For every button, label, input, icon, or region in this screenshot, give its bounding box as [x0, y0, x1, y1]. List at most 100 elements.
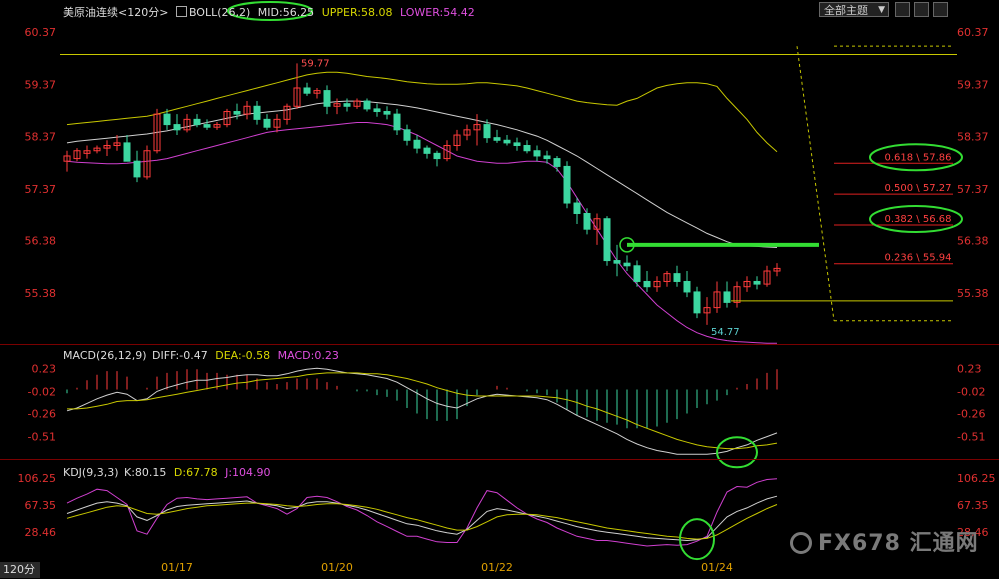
- fib-level-label: 0.382 \ 56.68: [885, 214, 952, 225]
- candle-body: [583, 212, 591, 230]
- candle: [353, 98, 361, 109]
- candle-body: [633, 265, 641, 282]
- fib-level-label: 0.500 \ 57.27: [885, 183, 952, 194]
- candle: [283, 103, 291, 125]
- candle: [463, 124, 471, 141]
- high-price-label: 59.77: [301, 58, 330, 69]
- window-restore-icon[interactable]: [895, 2, 910, 17]
- x-tick-label: 01/22: [481, 561, 513, 574]
- y-tick-right: 58.37: [957, 131, 989, 144]
- macd-tick-left: -0.51: [28, 431, 56, 444]
- candle: [253, 101, 261, 125]
- macd-tick-right: -0.51: [957, 431, 985, 444]
- chart-canvas: 59.77 54.77 0.618 \ 57.86 0.500 \ 57.27 0.3…: [18, 1, 996, 574]
- macd-label[interactable]: MACD(26,12,9): [63, 349, 147, 362]
- candle-body: [123, 142, 131, 162]
- macd-diff-line: [66, 367, 778, 455]
- candle-body: [323, 90, 331, 107]
- candle-body: [553, 158, 561, 167]
- candle: [723, 281, 731, 308]
- boll-bands: [66, 71, 778, 344]
- y-tick-right: 59.37: [957, 78, 989, 91]
- kdj-d-value: D:67.78: [173, 466, 218, 479]
- candle: [453, 129, 461, 151]
- main-header: 美原油连续<120分> BOLL(26,2) MID:56.25 UPPER:5…: [63, 4, 475, 20]
- candle: [393, 108, 401, 136]
- candle: [243, 101, 251, 120]
- candle-body: [573, 202, 581, 214]
- macd-dea-value: DEA:-0.58: [215, 349, 271, 362]
- candle: [93, 145, 101, 154]
- candle-body: [603, 218, 611, 262]
- candle: [143, 145, 151, 180]
- panel-separator: [0, 344, 999, 345]
- candle-body: [423, 147, 431, 154]
- kdj-tick-right: 106.25: [957, 472, 996, 485]
- theme-select[interactable]: 全部主题 ▼: [819, 2, 889, 17]
- candle-body: [263, 118, 271, 128]
- candle: [503, 135, 511, 146]
- candle: [293, 63, 301, 109]
- candle: [593, 213, 601, 245]
- candle: [213, 121, 221, 130]
- y-tick-left: 59.37: [25, 78, 57, 91]
- kdj-label[interactable]: KDJ(9,3,3): [63, 466, 119, 479]
- candle-body: [343, 103, 351, 107]
- candle-body: [163, 113, 171, 126]
- kdj-panel: [66, 478, 778, 561]
- candle: [613, 244, 621, 277]
- period-tag: <120分>: [118, 6, 169, 19]
- kdj-tick-right: 67.35: [957, 499, 989, 512]
- fibonacci-levels: 0.618 \ 57.86 0.500 \ 57.27 0.382 \ 56.68 0…: [796, 45, 963, 322]
- candle: [493, 129, 501, 143]
- macd-tick-right: 0.23: [957, 362, 982, 375]
- candle: [273, 114, 281, 133]
- window-minimize-icon[interactable]: [914, 2, 929, 17]
- candle: [703, 297, 711, 325]
- y-tick-left: 60.37: [25, 26, 57, 39]
- candle-body: [173, 124, 181, 131]
- window-settings-icon[interactable]: [933, 2, 948, 17]
- candle: [303, 82, 311, 96]
- candle: [683, 271, 691, 298]
- candle: [323, 85, 331, 115]
- boll-label[interactable]: BOLL(26,2): [189, 6, 250, 19]
- candle: [443, 140, 451, 162]
- candle-body: [383, 111, 391, 115]
- boll-mid-line: [66, 100, 778, 248]
- kdj-k-line: [66, 495, 778, 542]
- candle: [103, 140, 111, 156]
- macd-tick-right: -0.26: [957, 408, 985, 421]
- macd-diff-value: DIFF:-0.47: [152, 349, 208, 362]
- candle-body: [433, 152, 441, 160]
- candle-body: [563, 165, 571, 204]
- period-button[interactable]: 120分: [0, 562, 40, 578]
- candle: [263, 114, 271, 130]
- candle: [753, 276, 761, 290]
- candle-body: [363, 100, 371, 110]
- candle-body: [403, 129, 411, 141]
- candle-body: [413, 139, 421, 149]
- x-tick-label: 01/24: [701, 561, 733, 574]
- candle: [773, 263, 781, 277]
- candle: [523, 140, 531, 154]
- candle-body: [613, 260, 621, 264]
- macd-dea-line: [67, 372, 778, 450]
- candle: [663, 271, 671, 287]
- candle: [123, 135, 131, 162]
- macd-tick-right: -0.02: [957, 385, 985, 398]
- candle: [383, 106, 391, 120]
- candle: [743, 276, 751, 292]
- kdj-tick-left: 67.35: [25, 499, 57, 512]
- candle-body: [753, 280, 761, 285]
- candle: [733, 281, 741, 308]
- watermark-logo: FX678 汇通网: [790, 525, 979, 557]
- candle-body: [523, 145, 531, 152]
- fib-level-label: 0.618 \ 57.86: [885, 152, 952, 163]
- candle: [603, 216, 611, 266]
- candle: [643, 271, 651, 292]
- macd-tick-left: 0.23: [32, 362, 57, 375]
- candle-body: [533, 150, 541, 157]
- candlestick-series: [63, 63, 781, 325]
- candle-body: [683, 280, 691, 293]
